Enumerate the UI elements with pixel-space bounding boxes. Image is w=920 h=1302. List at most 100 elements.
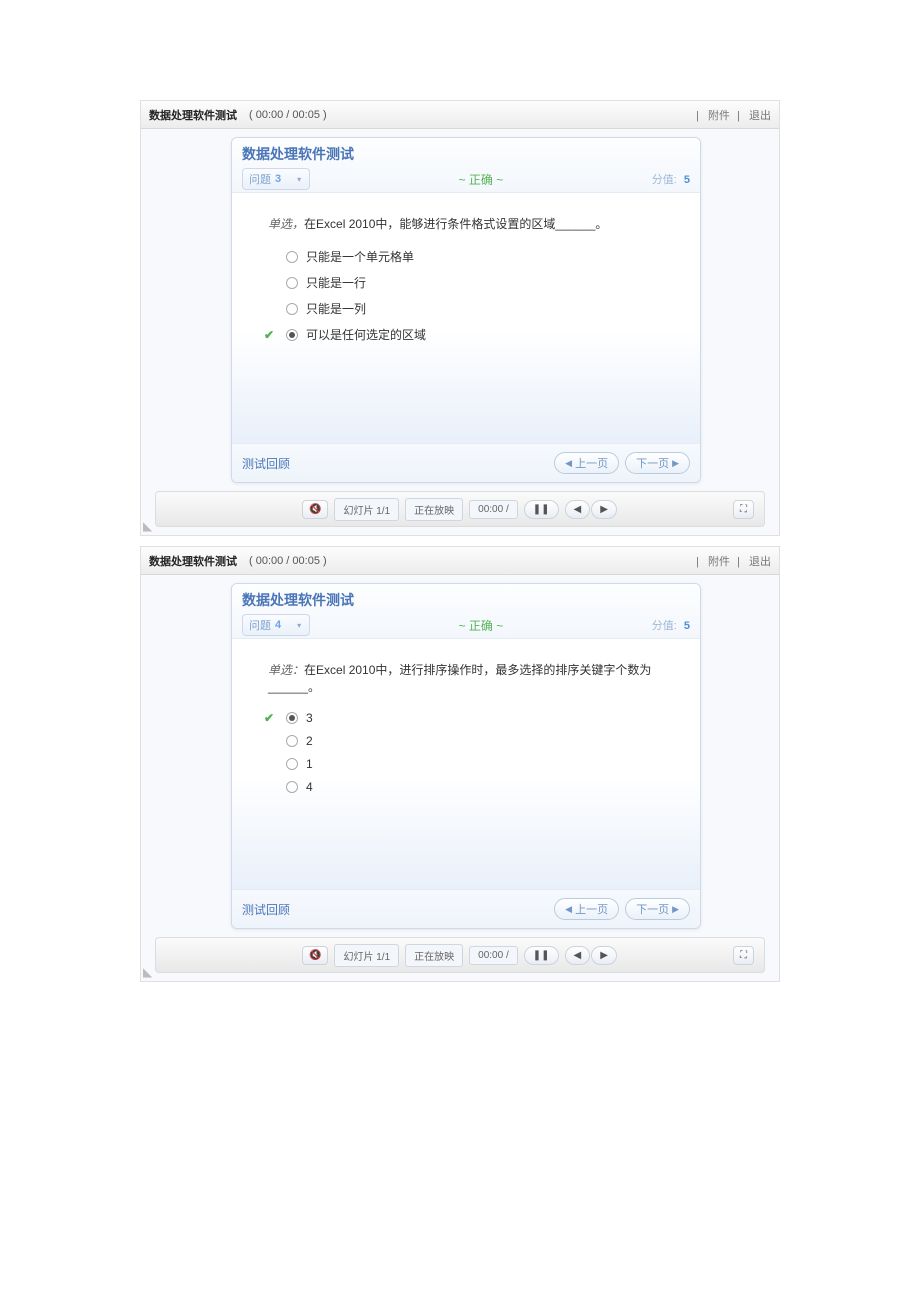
option-row[interactable]: 1 (264, 757, 680, 771)
question-card: 数据处理软件测试 问题 3 ▾ ~ 正确 ~ 分值: 5 单选，在E (231, 137, 701, 483)
chevron-right-icon: ▶ (672, 458, 679, 469)
options-list: ✔ 3 2 1 (262, 711, 680, 794)
option-text: 只能是一行 (306, 274, 366, 291)
playing-indicator: 正在放映 (405, 944, 463, 967)
question-label: 问题 (249, 617, 271, 633)
slide-indicator: 幻灯片 1/1 (334, 498, 399, 521)
elapsed-time: ( 00:00 / 00:05 ) (249, 555, 327, 567)
question-stem: 单选，在Excel 2010中，能够进行条件格式设置的区域______。 (268, 215, 680, 232)
time-indicator: 00:00 / (469, 946, 518, 965)
mute-button[interactable]: 🔇 (302, 500, 328, 519)
resize-corner-icon: ◣ (143, 965, 152, 979)
question-selector[interactable]: 问题 3 ▾ (242, 168, 310, 190)
question-number: 3 (275, 173, 281, 185)
question-stem: 单选：在Excel 2010中，进行排序操作时，最多选择的排序关键字个数为___… (268, 661, 680, 695)
result-status: ~ 正确 ~ (310, 617, 652, 634)
chevron-right-icon: ▶ (672, 904, 679, 915)
player-bar: 🔇 幻灯片 1/1 正在放映 00:00 / ❚❚ ◀▶ ⛶ (155, 491, 765, 527)
option-text: 只能是一列 (306, 300, 366, 317)
radio-icon (286, 329, 298, 341)
question-card: 数据处理软件测试 问题 4 ▾ ~ 正确 ~ 分值: 5 单选：在E (231, 583, 701, 929)
card-body: 单选，在Excel 2010中，能够进行条件格式设置的区域______。 只能是… (232, 193, 700, 443)
option-text: 2 (306, 734, 313, 748)
question-selector[interactable]: 问题 4 ▾ (242, 614, 310, 636)
card-footer: 测试回顾 ◀上一页 下一页▶ (232, 889, 700, 928)
review-link[interactable]: 测试回顾 (242, 455, 290, 472)
card-footer: 测试回顾 ◀上一页 下一页▶ (232, 443, 700, 482)
player-bar: 🔇 幻灯片 1/1 正在放映 00:00 / ❚❚ ◀▶ ⛶ (155, 937, 765, 973)
attachments-link[interactable]: 附件 (708, 556, 730, 568)
radio-icon (286, 277, 298, 289)
option-text: 3 (306, 711, 313, 725)
check-icon: ✔ (264, 328, 278, 342)
chevron-left-icon: ◀ (565, 458, 572, 469)
check-icon: ✔ (264, 711, 278, 725)
slide-indicator: 幻灯片 1/1 (334, 944, 399, 967)
score-area: 分值: 5 (652, 171, 690, 187)
fullscreen-button[interactable]: ⛶ (733, 946, 754, 965)
next-button[interactable]: 下一页▶ (625, 452, 690, 474)
pause-button[interactable]: ❚❚ (524, 500, 559, 519)
elapsed-time: ( 00:00 / 00:05 ) (249, 109, 327, 121)
next-slide-button[interactable]: ▶ (591, 946, 617, 965)
radio-icon (286, 781, 298, 793)
playing-indicator: 正在放映 (405, 498, 463, 521)
pause-button[interactable]: ❚❚ (524, 946, 559, 965)
app-title: 数据处理软件测试 (149, 107, 237, 123)
prev-slide-button[interactable]: ◀ (565, 500, 591, 519)
radio-icon (286, 712, 298, 724)
review-link[interactable]: 测试回顾 (242, 901, 290, 918)
next-button[interactable]: 下一页▶ (625, 898, 690, 920)
card-body: 单选：在Excel 2010中，进行排序操作时，最多选择的排序关键字个数为___… (232, 639, 700, 889)
top-bar: 数据处理软件测试 ( 00:00 / 00:05 ) | 附件 | 退出 (141, 547, 779, 575)
question-type-tag: 单选： (268, 663, 304, 677)
chevron-down-icon: ▾ (297, 621, 301, 630)
option-text: 1 (306, 757, 313, 771)
exit-link[interactable]: 退出 (749, 110, 771, 122)
card-header: 数据处理软件测试 问题 4 ▾ ~ 正确 ~ 分值: 5 (232, 584, 700, 639)
option-row[interactable]: 只能是一行 (264, 274, 680, 291)
option-row[interactable]: ✔ 可以是任何选定的区域 (264, 326, 680, 343)
score-label: 分值: (652, 620, 677, 632)
option-row[interactable]: 2 (264, 734, 680, 748)
quiz-block: 数据处理软件测试 ( 00:00 / 00:05 ) | 附件 | 退出 数据处… (140, 100, 780, 536)
quiz-title: 数据处理软件测试 (242, 590, 690, 610)
chevron-down-icon: ▾ (297, 175, 301, 184)
radio-icon (286, 251, 298, 263)
top-bar: 数据处理软件测试 ( 00:00 / 00:05 ) | 附件 | 退出 (141, 101, 779, 129)
card-header: 数据处理软件测试 问题 3 ▾ ~ 正确 ~ 分值: 5 (232, 138, 700, 193)
quiz-title: 数据处理软件测试 (242, 144, 690, 164)
time-indicator: 00:00 / (469, 500, 518, 519)
option-text: 4 (306, 780, 313, 794)
prev-button[interactable]: ◀上一页 (554, 898, 619, 920)
mute-button[interactable]: 🔇 (302, 946, 328, 965)
option-row[interactable]: 4 (264, 780, 680, 794)
exit-link[interactable]: 退出 (749, 556, 771, 568)
app-title: 数据处理软件测试 (149, 553, 237, 569)
option-text: 可以是任何选定的区域 (306, 326, 426, 343)
fullscreen-button[interactable]: ⛶ (733, 500, 754, 519)
option-row[interactable]: 只能是一个单元格单 (264, 248, 680, 265)
radio-icon (286, 735, 298, 747)
options-list: 只能是一个单元格单 只能是一行 只能是一列 ✔ (262, 248, 680, 343)
option-text: 只能是一个单元格单 (306, 248, 414, 265)
prev-slide-button[interactable]: ◀ (565, 946, 591, 965)
radio-icon (286, 758, 298, 770)
question-type-tag: 单选， (268, 217, 304, 231)
question-text: 在Excel 2010中，能够进行条件格式设置的区域______。 (304, 217, 607, 231)
option-row[interactable]: ✔ 3 (264, 711, 680, 725)
result-status: ~ 正确 ~ (310, 171, 652, 188)
question-label: 问题 (249, 171, 271, 187)
score-area: 分值: 5 (652, 617, 690, 633)
option-row[interactable]: 只能是一列 (264, 300, 680, 317)
prev-button[interactable]: ◀上一页 (554, 452, 619, 474)
resize-corner-icon: ◣ (143, 519, 152, 533)
question-text: 在Excel 2010中，进行排序操作时，最多选择的排序关键字个数为______… (268, 663, 651, 694)
question-number: 4 (275, 619, 281, 631)
score-value: 5 (684, 174, 690, 186)
score-label: 分值: (652, 174, 677, 186)
chevron-left-icon: ◀ (565, 904, 572, 915)
attachments-link[interactable]: 附件 (708, 110, 730, 122)
score-value: 5 (684, 620, 690, 632)
next-slide-button[interactable]: ▶ (591, 500, 617, 519)
